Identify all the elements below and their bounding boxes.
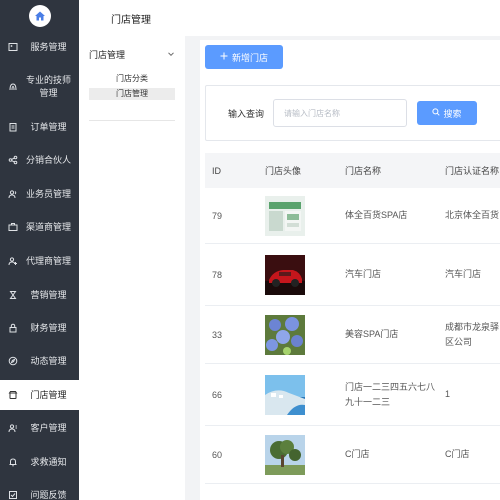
user-plus-icon — [4, 256, 22, 266]
compass-icon — [4, 356, 22, 366]
sidebar-item-store[interactable]: 门店管理 — [0, 380, 79, 410]
cell-store-name: C门店 — [345, 449, 370, 459]
cell-store-name: 体全百货SPA店 — [345, 210, 408, 220]
top-bar — [185, 0, 500, 36]
users-icon — [4, 189, 22, 199]
plus-icon — [220, 52, 228, 62]
main-sidebar: 服务管理 专业的技师管理 订单管理 分销合伙人 业务员管理 渠道商管理 代理商管… — [0, 0, 79, 500]
main-content: 新增门店 输入查询 搜索 ID 门店头像 门店名称 门店认证名称 79 体全百货… — [185, 0, 500, 500]
store-table: ID 门店头像 门店名称 门店认证名称 79 体全百货SPA店 北京体全百货 7… — [205, 153, 500, 484]
submenu-group-store[interactable]: 门店管理 — [89, 48, 175, 61]
sidebar-item-customer[interactable]: 客户管理 — [0, 413, 79, 443]
store-thumbnail-coast — [265, 364, 305, 425]
share-icon — [4, 155, 22, 165]
home-icon — [28, 5, 51, 27]
store-thumbnail-mall — [265, 188, 305, 243]
cell-store-name: 美容SPA门店 — [345, 329, 399, 339]
sidebar-item-service[interactable]: 服务管理 — [0, 32, 79, 62]
sidebar-item-agent[interactable]: 代理商管理 — [0, 246, 79, 276]
sidebar-item-finance[interactable]: 财务管理 — [0, 313, 79, 343]
clipboard-icon — [4, 122, 22, 132]
column-header-id: ID — [212, 165, 221, 176]
cell-cert-name: 1 — [445, 389, 451, 399]
search-panel: 输入查询 搜索 — [205, 85, 500, 141]
submenu-item-store-management[interactable]: 门店管理 — [89, 88, 175, 100]
table-row[interactable]: 78 汽车门店 汽车门店 — [205, 244, 500, 306]
fingerprint-icon — [4, 82, 22, 92]
cell-id: 66 — [212, 389, 223, 400]
store-thumbnail-flowers — [265, 306, 305, 363]
store-thumbnail-tree — [265, 426, 305, 483]
cell-cert-name: 成都市龙泉驿区公司 — [445, 321, 500, 347]
sidebar-item-orders[interactable]: 订单管理 — [0, 112, 79, 142]
table-row[interactable]: 60 C门店 C门店 — [205, 426, 500, 484]
chevron-down-icon — [167, 50, 175, 60]
search-label: 输入查询 — [228, 109, 265, 119]
sidebar-item-distribution[interactable]: 分销合伙人 — [0, 145, 79, 175]
add-store-label: 新增门店 — [231, 52, 268, 63]
cell-cert-name: C门店 — [445, 449, 470, 459]
cell-id: 78 — [212, 269, 223, 280]
sidebar-item-channel[interactable]: 渠道商管理 — [0, 212, 79, 242]
image-icon — [4, 42, 22, 52]
divider — [89, 120, 175, 121]
store-name-search-input[interactable] — [273, 99, 407, 127]
hourglass-icon — [4, 290, 22, 300]
table-header: ID 门店头像 门店名称 门店认证名称 — [205, 153, 500, 188]
search-button[interactable]: 搜索 — [417, 101, 477, 125]
cell-cert-name: 北京体全百货 — [445, 210, 500, 220]
search-button-label: 搜索 — [443, 108, 462, 119]
lock-icon — [4, 323, 22, 333]
cell-store-name: 门店一二三四五六七八九十一二三 — [345, 381, 436, 407]
app-logo[interactable] — [0, 0, 79, 32]
sidebar-item-technician[interactable]: 专业的技师管理 — [0, 62, 79, 112]
sidebar-item-sos[interactable]: 求救通知 — [0, 447, 79, 477]
submenu-item-store-category[interactable]: 门店分类 — [89, 73, 175, 85]
submenu-group-label: 门店管理 — [89, 50, 126, 60]
bell-icon — [4, 457, 22, 467]
store-icon — [4, 390, 22, 400]
feedback-icon — [4, 490, 22, 500]
column-header-avatar: 门店头像 — [265, 166, 302, 176]
column-header-cert: 门店认证名称 — [445, 166, 500, 176]
secondary-sidebar: 门店管理 门店管理 门店分类 门店管理 — [79, 0, 185, 500]
store-thumbnail-car — [265, 244, 305, 305]
table-row[interactable]: 33 美容SPA门店 成都市龙泉驿区公司 — [205, 306, 500, 364]
cell-cert-name: 汽车门店 — [445, 269, 482, 279]
customers-icon — [4, 423, 22, 433]
sidebar-item-feedback[interactable]: 问题反馈 — [0, 480, 79, 500]
sidebar-item-dynamic[interactable]: 动态管理 — [0, 346, 79, 376]
add-store-button[interactable]: 新增门店 — [205, 45, 283, 69]
search-icon — [432, 108, 441, 118]
column-header-name: 门店名称 — [345, 166, 382, 176]
table-row[interactable]: 66 门店一二三四五六七八九十一二三 1 — [205, 364, 500, 426]
cell-id: 33 — [212, 329, 223, 340]
cell-store-name: 汽车门店 — [345, 269, 382, 279]
cell-id: 60 — [212, 449, 223, 460]
sidebar-item-marketing[interactable]: 营销管理 — [0, 280, 79, 310]
briefcase-icon — [4, 222, 22, 232]
table-row[interactable]: 79 体全百货SPA店 北京体全百货 — [205, 188, 500, 244]
secondary-sidebar-title: 门店管理 — [111, 14, 151, 26]
sidebar-item-salesman[interactable]: 业务员管理 — [0, 179, 79, 209]
cell-id: 79 — [212, 210, 223, 221]
